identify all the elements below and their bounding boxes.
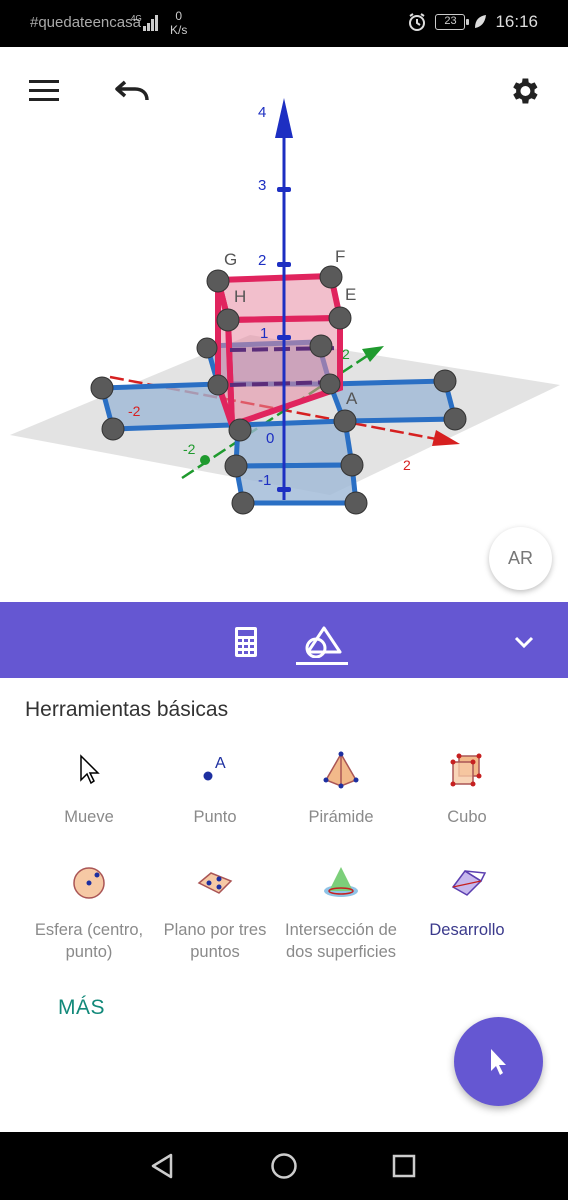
plane-three-points-icon xyxy=(197,872,233,894)
speed-unit: K/s xyxy=(170,23,188,37)
x-tick-minus2: -2 xyxy=(128,403,141,419)
recents-square-icon xyxy=(392,1154,416,1178)
label-E: E xyxy=(345,285,356,304)
3d-scene[interactable]: 4 3 2 1 0 -1 2 -2 2 -2 G F H E A xyxy=(0,47,568,602)
tool-net[interactable]: Desarrollo xyxy=(402,863,532,941)
ar-button[interactable]: AR xyxy=(489,527,552,590)
home-circle-icon xyxy=(271,1153,297,1179)
pyramid-icon xyxy=(323,751,359,789)
panel-title: Herramientas básicas xyxy=(25,698,229,721)
tool-cube[interactable]: Cubo xyxy=(402,750,532,828)
label-F: F xyxy=(335,247,345,266)
label-H: H xyxy=(234,287,246,306)
clock: 16:16 xyxy=(495,12,538,31)
z-tick-1: 1 xyxy=(260,325,268,342)
gear-icon xyxy=(513,78,538,104)
recents-button[interactable] xyxy=(382,1146,426,1186)
net-speed: 0 K/s xyxy=(170,9,187,37)
status-bar: #quedateencasa 4G 0 K/s 23 16:16 xyxy=(0,0,568,47)
z-tick-2: 2 xyxy=(258,252,266,269)
graphics-3d-view[interactable]: 4 3 2 1 0 -1 2 -2 2 -2 G F H E A AR xyxy=(0,47,568,602)
system-nav-bar xyxy=(0,1132,568,1200)
hamburger-icon xyxy=(29,80,59,101)
active-tab-indicator xyxy=(296,662,348,665)
tool-label: Intersección de dos superficies xyxy=(285,921,397,961)
view-tab-bar xyxy=(0,602,568,678)
chevron-down-icon xyxy=(514,636,534,648)
tool-point[interactable]: A Punto xyxy=(150,750,280,828)
sphere-icon xyxy=(73,867,105,899)
z-tick-3: 3 xyxy=(258,177,266,194)
back-triangle-icon xyxy=(151,1153,173,1179)
tool-move[interactable]: Mueve xyxy=(24,750,154,828)
more-tools-link[interactable]: MÁS xyxy=(58,996,105,1020)
carrier-text: #quedateencasa xyxy=(30,14,141,31)
y-tick-minus2: -2 xyxy=(183,441,196,457)
home-button[interactable] xyxy=(262,1146,306,1186)
undo-icon xyxy=(115,80,149,101)
tool-label: Punto xyxy=(193,808,237,826)
tool-sphere[interactable]: Esfera (centro, punto) xyxy=(24,863,154,963)
speed-value: 0 xyxy=(175,9,183,23)
alarm-icon xyxy=(409,13,426,31)
collapse-panel-button[interactable] xyxy=(498,618,550,666)
undo-button[interactable] xyxy=(110,69,154,113)
z-tick-4: 4 xyxy=(258,104,266,121)
y-tick-2: 2 xyxy=(342,346,350,362)
tool-label: Pirámide xyxy=(308,808,374,826)
back-button[interactable] xyxy=(140,1146,184,1186)
cube-icon xyxy=(450,753,482,787)
tool-plane-three-points[interactable]: Plano por tres puntos xyxy=(150,863,280,963)
tools-panel: Herramientas básicas Mueve A Punto Pirám… xyxy=(0,678,568,1132)
network-type: 4G xyxy=(131,14,142,23)
menu-button[interactable] xyxy=(22,69,66,113)
tool-label: Mueve xyxy=(64,808,114,826)
arrow-pointer-icon xyxy=(80,754,100,785)
x-tick-2: 2 xyxy=(403,457,411,473)
z-tick-minus1: -1 xyxy=(258,472,271,489)
svg-text:A: A xyxy=(215,755,226,772)
label-G: G xyxy=(224,250,237,269)
tool-label: Plano por tres puntos xyxy=(163,921,267,961)
point-icon: A xyxy=(203,755,226,781)
battery-icon: 23 xyxy=(435,14,470,30)
label-A: A xyxy=(346,389,358,408)
leaf-icon xyxy=(475,15,487,28)
tool-label: Cubo xyxy=(447,808,487,826)
net-face-front-2 xyxy=(232,462,359,506)
tab-algebra[interactable] xyxy=(220,618,272,666)
calculator-icon xyxy=(235,627,257,657)
tool-pyramid[interactable]: Pirámide xyxy=(276,750,406,828)
tool-label: Desarrollo xyxy=(429,921,505,939)
signal-icon: 4G xyxy=(131,14,158,31)
net-icon xyxy=(451,869,487,896)
move-tool-fab[interactable] xyxy=(454,1017,543,1106)
settings-button[interactable] xyxy=(502,69,546,113)
z-tick-0: 0 xyxy=(266,430,274,447)
status-right: 23 16:16 xyxy=(407,12,538,32)
tool-intersection[interactable]: Intersección de dos superficies xyxy=(276,863,406,963)
arrow-pointer-icon xyxy=(490,1048,506,1075)
net-face-front xyxy=(233,418,355,469)
tool-label: Esfera (centro, punto) xyxy=(34,921,144,961)
tab-tools[interactable] xyxy=(296,618,348,666)
intersection-icon xyxy=(324,867,358,897)
tools-icon xyxy=(305,626,342,658)
